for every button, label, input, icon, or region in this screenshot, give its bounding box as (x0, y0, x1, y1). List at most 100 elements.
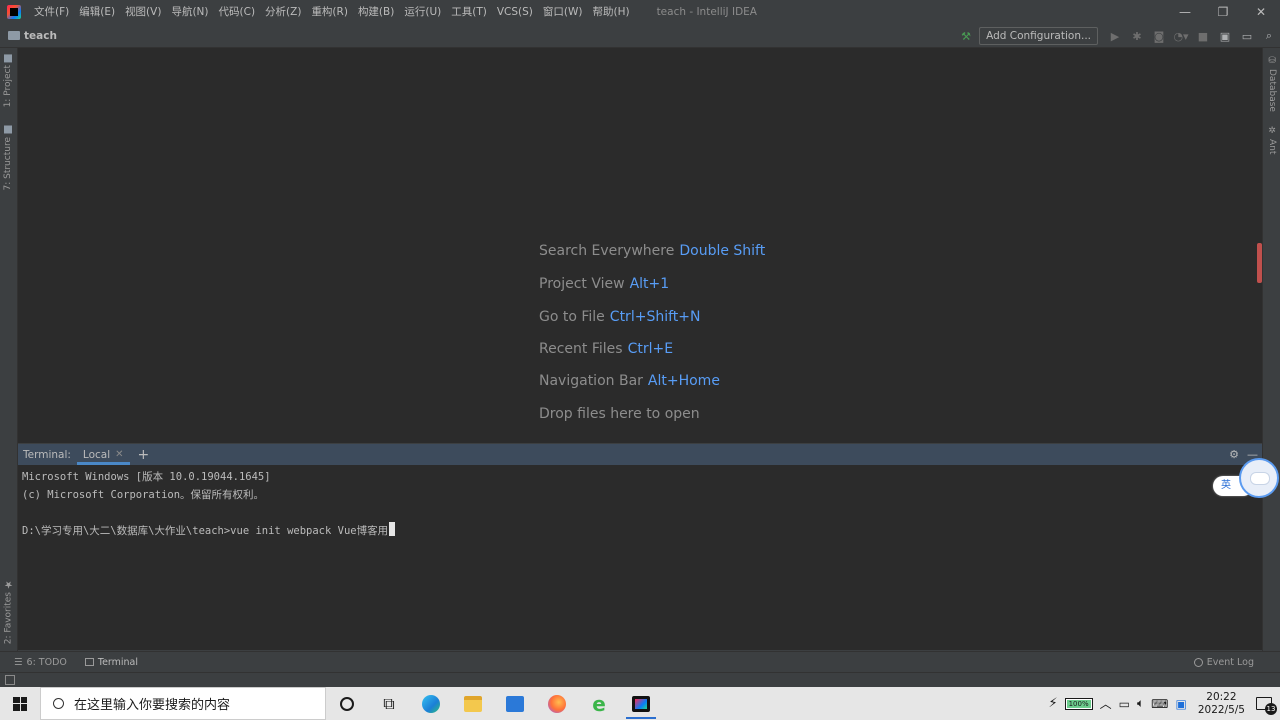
menu-run[interactable]: 运行(U) (399, 0, 446, 24)
hint-label: Recent Files (539, 341, 623, 357)
taskbar-clock[interactable]: 20:22 2022/5/5 (1198, 691, 1245, 717)
tool-tab-event-log[interactable]: Event Log (1193, 652, 1254, 673)
terminal-tab-local[interactable]: Local ✕ (76, 444, 130, 465)
close-tab-icon[interactable]: ✕ (115, 449, 123, 460)
hint-label: Search Everywhere (539, 243, 675, 259)
tool-tab-ant-label: Ant (1267, 139, 1277, 155)
minimize-button[interactable]: — (1166, 0, 1204, 24)
main-menu: 文件(F) 编辑(E) 视图(V) 导航(N) 代码(C) 分析(Z) 重构(R… (29, 0, 635, 24)
breadcrumb-project[interactable]: teach (24, 30, 57, 42)
taskbar-search-placeholder: 在这里输入你要搜索的内容 (74, 698, 231, 713)
search-icon[interactable]: ⌕ (1258, 26, 1280, 46)
menu-view[interactable]: 视图(V) (120, 0, 166, 24)
close-button[interactable]: ✕ (1242, 0, 1280, 24)
star-icon: ★ (3, 578, 14, 589)
stop-icon[interactable]: ■ (1192, 26, 1214, 46)
terminal-line: (c) Microsoft Corporation。保留所有权利。 (22, 488, 265, 501)
status-bar (0, 672, 1280, 687)
build-hammer-icon[interactable]: ⚒ (955, 26, 977, 46)
ime-floating-widget[interactable]: 英 (1213, 458, 1280, 502)
menu-build[interactable]: 构建(B) (353, 0, 399, 24)
tool-tab-ant[interactable]: ✲ Ant (1267, 126, 1277, 154)
structure-icon (4, 126, 12, 134)
todo-list-icon: ☰ (14, 656, 23, 668)
database-icon: ⛁ (1267, 56, 1277, 66)
window-controls: — ❐ ✕ (1166, 0, 1280, 24)
menu-window[interactable]: 窗口(W) (538, 0, 588, 24)
menu-analyze[interactable]: 分析(Z) (260, 0, 306, 24)
terminal-tab-label: Local (82, 448, 111, 461)
clock-date: 2022/5/5 (1197, 703, 1245, 716)
network-icon[interactable]: ▭ (1119, 697, 1130, 711)
menu-navigate[interactable]: 导航(N) (166, 0, 213, 24)
menu-refactor[interactable]: 重构(R) (306, 0, 353, 24)
hint-shortcut: Ctrl+Shift+N (609, 309, 701, 325)
terminal-prompt-line[interactable]: D:\学习专用\大二\数据库\大作业\teach>vue init webpac… (22, 521, 1246, 540)
terminal-icon (84, 658, 94, 666)
terminal-line: Microsoft Windows [版本 10.0.19044.1645] (22, 471, 271, 483)
chevron-up-icon[interactable]: ︿ (1100, 695, 1112, 712)
folder-icon (8, 31, 20, 40)
tool-tab-todo-label: 6: TODO (26, 656, 67, 668)
menu-code[interactable]: 代码(C) (214, 0, 261, 24)
editor-empty-area: Search Everywhere Double Shift Project Vi… (18, 48, 1262, 443)
ant-icon: ✲ (1267, 126, 1277, 136)
tool-tab-project-label: 1: Project (3, 65, 13, 108)
mail-icon[interactable] (494, 687, 536, 720)
tool-tab-terminal[interactable]: Terminal (81, 652, 142, 673)
menu-file[interactable]: 文件(F) (29, 0, 74, 24)
volume-icon[interactable]: 🔈︎ (1137, 696, 1144, 711)
tool-tab-favorites[interactable]: 2: Favorites ★ (3, 578, 14, 644)
menu-vcs[interactable]: VCS(S) (492, 0, 538, 24)
system-tray: ⚡ 100% ︿ ▭ 🔈︎ ⌨ ▣ 20:22 2022/5/5 13 (1048, 687, 1280, 720)
menu-help[interactable]: 帮助(H) (587, 0, 634, 24)
file-explorer-icon[interactable] (452, 687, 494, 720)
qq-icon[interactable]: ▣ (1175, 697, 1186, 711)
hint-shortcut: Ctrl+E (627, 341, 674, 357)
ie-browser-icon[interactable]: e (578, 687, 620, 720)
project-structure-icon[interactable]: ▣ (1214, 26, 1236, 46)
taskbar-search-box[interactable]: 在这里输入你要搜索的内容 (40, 687, 326, 720)
event-log-icon (1193, 658, 1203, 667)
navigation-bar: teach ⚒ Add Configuration... ▶ ✱ ◙ ◔▾ ■ … (0, 24, 1280, 48)
tool-tab-project[interactable]: 1: Project (3, 54, 13, 107)
menu-edit[interactable]: 编辑(E) (74, 0, 120, 24)
tool-tab-database[interactable]: ⛁ Database (1267, 56, 1277, 112)
terminal-output[interactable]: Microsoft Windows [版本 10.0.19044.1645] (… (18, 465, 1250, 650)
toggle-tool-windows-icon[interactable] (5, 675, 15, 685)
hint-navigation-bar: Navigation Bar Alt+Home (539, 373, 720, 389)
windows-logo-icon (13, 696, 27, 711)
task-view-icon[interactable]: ⧉ (368, 687, 410, 720)
error-stripe-marker[interactable] (1257, 243, 1262, 283)
ime-mode-icon[interactable]: ⌨ (1151, 697, 1168, 711)
coverage-icon[interactable]: ◙ (1148, 26, 1170, 46)
ime-mascot-icon[interactable] (1239, 458, 1279, 498)
run-toolbar: ⚒ Add Configuration... ▶ ✱ ◙ ◔▾ ■ ▣ ▭ ⌕ (955, 24, 1280, 48)
firefox-icon[interactable] (536, 687, 578, 720)
run-icon[interactable]: ▶ (1104, 26, 1126, 46)
restore-button[interactable]: ❐ (1204, 0, 1242, 24)
hint-shortcut: Double Shift (679, 243, 766, 259)
hint-label: Navigation Bar (539, 373, 643, 389)
hint-shortcut: Alt+Home (647, 373, 720, 389)
debug-icon[interactable]: ✱ (1126, 26, 1148, 46)
profile-dropdown-icon[interactable]: ◔▾ (1170, 26, 1192, 46)
menu-tools[interactable]: 工具(T) (446, 0, 492, 24)
notification-count-badge: 13 (1265, 703, 1277, 715)
project-folder-icon (4, 54, 12, 62)
add-configuration-button[interactable]: Add Configuration... (979, 27, 1098, 45)
notification-center-icon[interactable]: 13 (1256, 697, 1277, 715)
layout-icon[interactable]: ▭ (1236, 26, 1258, 46)
cortana-icon[interactable] (326, 687, 368, 720)
power-icon[interactable]: ⚡ (1048, 696, 1057, 711)
hint-recent-files: Recent Files Ctrl+E (539, 341, 673, 357)
edge-browser-icon[interactable] (410, 687, 452, 720)
intellij-taskbar-icon[interactable] (620, 687, 662, 720)
tool-tab-todo[interactable]: ☰ 6: TODO (10, 652, 71, 673)
title-bar: 文件(F) 编辑(E) 视图(V) 导航(N) 代码(C) 分析(Z) 重构(R… (0, 0, 1280, 24)
start-button[interactable] (0, 687, 40, 720)
battery-indicator[interactable]: 100% (1064, 697, 1093, 710)
new-terminal-tab-icon[interactable]: + (138, 447, 150, 463)
tool-tab-structure[interactable]: 7: Structure (3, 126, 13, 191)
